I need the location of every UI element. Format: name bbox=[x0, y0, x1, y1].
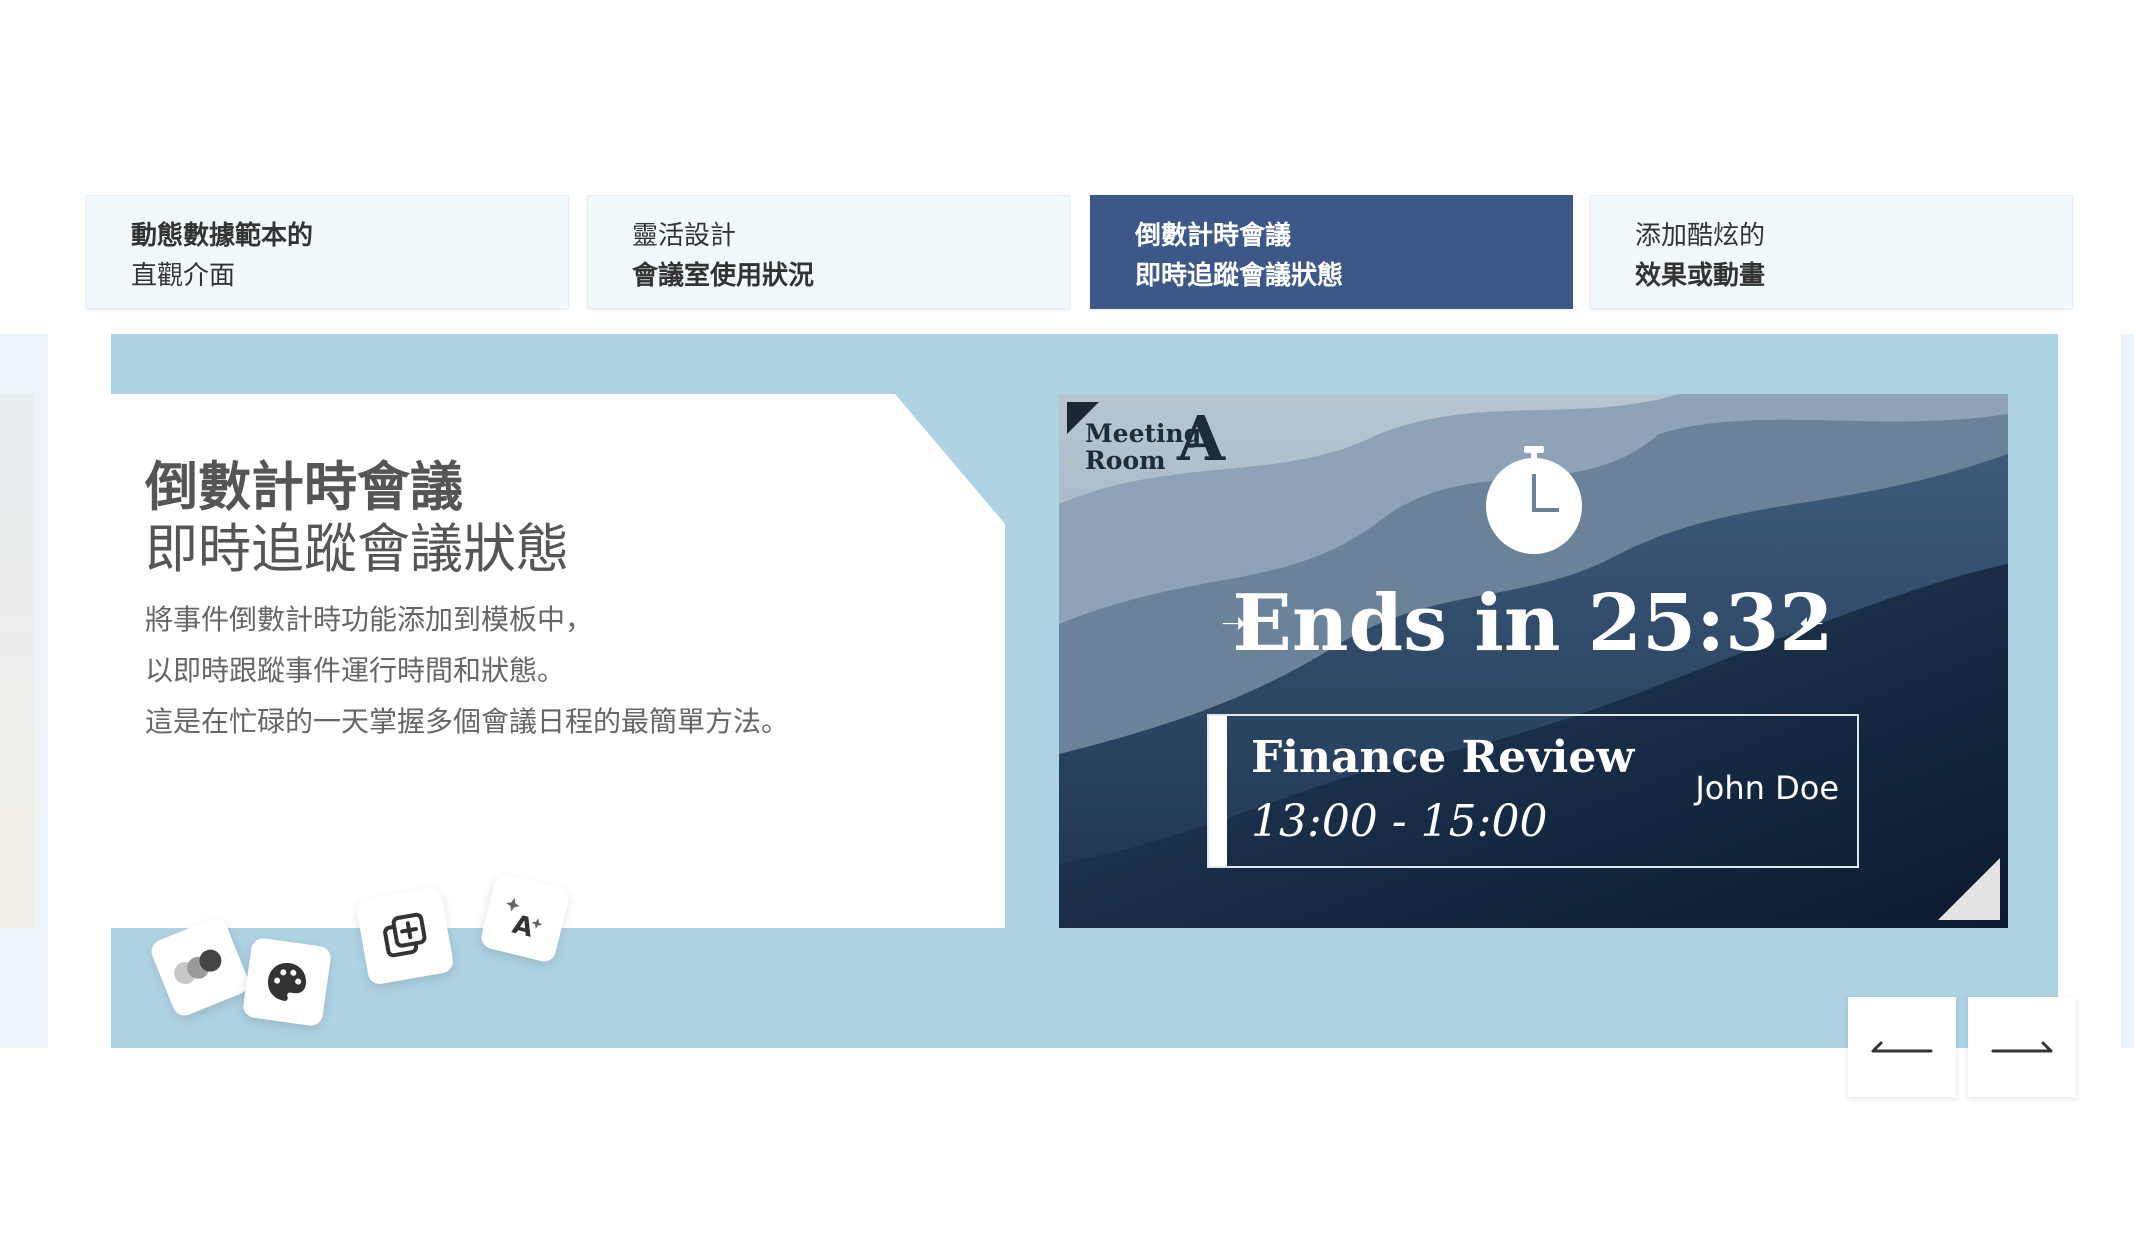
stopwatch-icon bbox=[1486, 446, 1582, 554]
card-description: 將事件倒數計時功能添加到模板中， 以即時跟蹤事件運行時間和狀態。 這是在忙碌的一… bbox=[145, 594, 789, 747]
tab-effects[interactable]: 添加酷炫的 效果或動畫 bbox=[1590, 195, 2073, 309]
meeting-accent-bar bbox=[1209, 716, 1227, 866]
card-subtitle: 即時追蹤會議狀態 bbox=[145, 519, 569, 580]
feature-tabs: 動態數據範本的 直觀介面 靈活設計 會議室使用狀況 倒數計時會議 即時追蹤會議狀… bbox=[0, 0, 2134, 320]
meeting-title: Finance Review bbox=[1251, 732, 1635, 783]
previous-slide-peek bbox=[0, 334, 48, 1048]
description-line: 這是在忙碌的一天掌握多個會議日程的最簡單方法。 bbox=[145, 705, 790, 738]
next-slide-button[interactable] bbox=[1968, 997, 2076, 1097]
tab-line1: 添加酷炫的 bbox=[1635, 221, 1766, 251]
tab-line2: 即時追蹤會議狀態 bbox=[1135, 261, 1344, 291]
palette-icon bbox=[241, 936, 333, 1028]
description-line: 以即時跟蹤事件運行時間和狀態。 bbox=[145, 654, 566, 687]
next-slide-peek bbox=[2121, 334, 2134, 1048]
description-line: 將事件倒數計時功能添加到模板中， bbox=[145, 603, 594, 636]
meeting-time: 13:00 - 15:00 bbox=[1251, 796, 1548, 847]
tab-flexible-design[interactable]: 靈活設計 會議室使用狀況 bbox=[587, 195, 1070, 309]
tab-line1: 動態數據範本的 bbox=[131, 221, 314, 251]
card-title: 倒數計時會議 bbox=[145, 457, 463, 518]
feature-card: 倒數計時會議 即時追蹤會議狀態 將事件倒數計時功能添加到模板中， 以即時跟蹤事件… bbox=[90, 394, 1005, 928]
room-letter: A bbox=[1177, 402, 1226, 475]
tab-countdown[interactable]: 倒數計時會議 即時追蹤會議狀態 bbox=[1090, 195, 1573, 309]
countdown-template-preview: Meeting Room A ➝ Ends in 25:32 ➝ Finance… bbox=[1059, 394, 2008, 928]
meeting-info-box: Finance Review 13:00 - 15:00 John Doe bbox=[1207, 714, 1859, 868]
tab-line2: 直觀介面 bbox=[131, 261, 236, 291]
meeting-host: John Doe bbox=[1695, 769, 1839, 807]
svg-text:A: A bbox=[509, 910, 536, 944]
add-copy-icon bbox=[355, 886, 455, 986]
tab-line1: 倒數計時會議 bbox=[1135, 221, 1292, 251]
tab-line2: 會議室使用狀況 bbox=[632, 261, 815, 291]
corner-decoration bbox=[1938, 858, 2000, 920]
arrow-right-icon bbox=[1991, 1041, 2053, 1053]
prev-slide-button[interactable] bbox=[1848, 997, 1956, 1097]
tab-line1: 靈活設計 bbox=[632, 221, 737, 251]
countdown-text: Ends in 25:32 bbox=[1232, 578, 1834, 658]
tab-line2: 效果或動畫 bbox=[1635, 261, 1766, 291]
flourish-right-icon: ➝ bbox=[1799, 606, 1825, 641]
peek-image bbox=[0, 394, 34, 928]
tab-dynamic-data[interactable]: 動態數據範本的 直觀介面 bbox=[86, 195, 569, 309]
arrow-left-icon bbox=[1871, 1041, 1933, 1053]
